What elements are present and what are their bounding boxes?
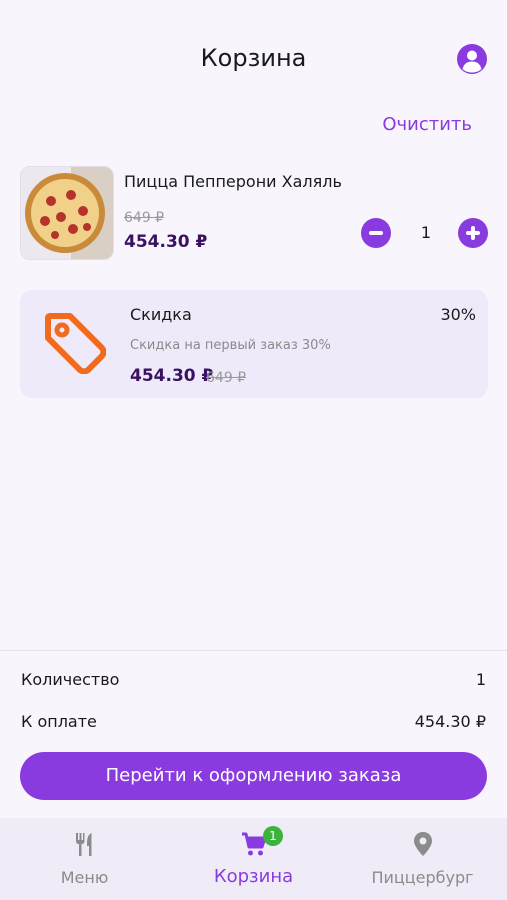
header: Корзина Очистить: [0, 0, 507, 135]
discount-card: Скидка 30% Скидка на первый заказ 30% 45…: [20, 290, 488, 398]
nav-label-menu: Меню: [60, 868, 109, 887]
fork-knife-icon: [75, 833, 91, 856]
location-pin-icon: [413, 832, 432, 856]
checkout-button[interactable]: Перейти к оформлению заказа: [20, 752, 487, 800]
profile-icon[interactable]: [457, 44, 487, 74]
quantity-label: Количество: [21, 670, 120, 689]
pizza-image: [20, 166, 114, 260]
nav-item-cart[interactable]: 1 Корзина: [169, 818, 338, 900]
minus-icon: [369, 231, 383, 235]
quantity-total: 1: [475, 670, 486, 689]
discount-description: Скидка на первый заказ 30%: [130, 338, 331, 353]
price-tag-icon: [45, 313, 106, 374]
summary-divider: [0, 650, 507, 651]
product-price: 454.30 ₽: [124, 232, 208, 252]
total-label: К оплате: [21, 712, 97, 731]
discount-title: Скидка: [130, 305, 192, 324]
cart-count-badge: 1: [263, 826, 283, 846]
discount-percent: 30%: [440, 305, 476, 324]
product-name: Пицца Пепперони Халяль: [124, 172, 342, 191]
increase-quantity-button[interactable]: [458, 218, 488, 248]
quantity-value: 1: [420, 223, 432, 242]
decrease-quantity-button[interactable]: [361, 218, 391, 248]
product-old-price: 649 ₽: [124, 210, 165, 226]
discount-old-price: 649 ₽: [206, 370, 247, 386]
nav-label-cart: Корзина: [213, 866, 294, 887]
nav-label-location: Пиццербург: [371, 868, 474, 887]
nav-item-menu[interactable]: Меню: [0, 818, 169, 900]
nav-item-location[interactable]: Пиццербург: [338, 818, 507, 900]
bottom-nav: Меню 1 Корзина Пиццербург: [0, 818, 507, 900]
cart-item: Пицца Пепперони Халяль 649 ₽ 454.30 ₽ 1: [20, 166, 488, 262]
clear-cart-button[interactable]: Очистить: [382, 114, 472, 135]
total-value: 454.30 ₽: [414, 712, 486, 731]
discount-price: 454.30 ₽: [130, 366, 214, 386]
page-title: Корзина: [200, 44, 307, 72]
